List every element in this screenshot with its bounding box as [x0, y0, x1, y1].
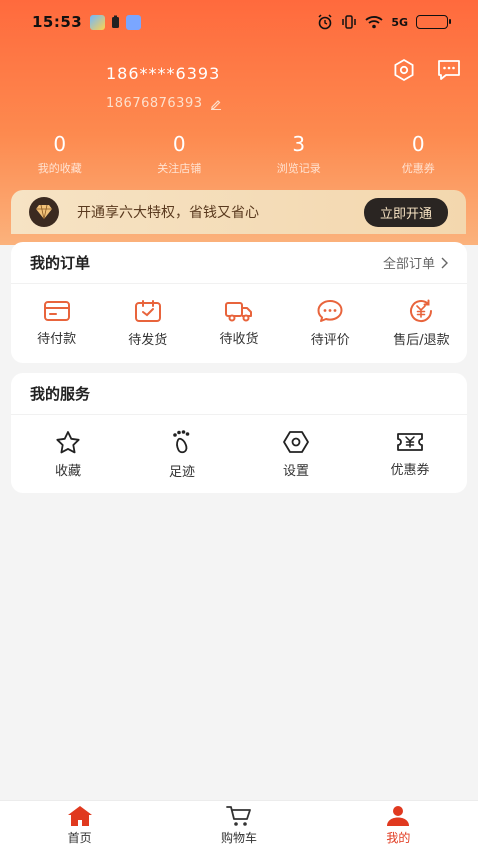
- stat-value: 0: [53, 132, 67, 156]
- stat-label: 关注店铺: [157, 162, 202, 175]
- nav-cart[interactable]: 购物车: [159, 801, 318, 850]
- grid-label: 待付款: [37, 332, 77, 347]
- settings-hex-icon[interactable]: [392, 58, 416, 82]
- grid-label: 待收货: [219, 332, 259, 347]
- stat-label: 我的收藏: [37, 162, 82, 175]
- edit-icon[interactable]: [210, 98, 222, 110]
- nav-label: 我的: [386, 831, 411, 845]
- grid-label: 售后/退款: [393, 333, 450, 348]
- all-orders-link[interactable]: 全部订单: [383, 253, 448, 272]
- grid-label: 设置: [282, 463, 309, 479]
- footprint-icon: [173, 429, 190, 453]
- services-header: 我的服务: [11, 373, 467, 415]
- user-account-id: 18676876393: [106, 96, 203, 111]
- refund-icon: [410, 299, 433, 323]
- order-pending-shipment[interactable]: 待发货: [102, 284, 193, 363]
- star-icon: [56, 430, 80, 453]
- coupon-icon: [397, 432, 423, 451]
- box-icon: [134, 300, 161, 322]
- grid-label: 待评价: [310, 333, 350, 348]
- user-account-row: 18676876393: [106, 96, 222, 111]
- stat-value: 3: [292, 132, 306, 156]
- vibrate-icon: [342, 15, 357, 29]
- stat-label: 优惠券: [401, 162, 435, 175]
- card-icon: [43, 301, 70, 321]
- grid-label: 足迹: [168, 464, 195, 480]
- bottom-nav: 首页 购物车 我的: [0, 800, 478, 850]
- nav-home[interactable]: 首页: [0, 801, 159, 850]
- stats-row: 0 我的收藏 0 关注店铺 3 浏览记录 0 优惠券: [0, 132, 478, 176]
- all-orders-label: 全部订单: [382, 257, 435, 272]
- home-icon: [67, 806, 92, 826]
- profile-page: 15:53 5G 186****6393 18676876393 0 我的收藏 …: [0, 0, 478, 850]
- orders-card: 我的订单 全部订单 待付款 待发货 待收货 待评价 售后/退款: [11, 242, 467, 363]
- nav-profile[interactable]: 我的: [319, 801, 478, 850]
- order-pending-receipt[interactable]: 待收货: [193, 284, 284, 363]
- services-card: 我的服务 收藏 足迹 设置 优惠券: [11, 373, 467, 493]
- vip-open-button[interactable]: 立即开通: [363, 197, 448, 227]
- truck-icon: [225, 302, 252, 322]
- settings-icon: [283, 430, 309, 453]
- service-settings[interactable]: 设置: [239, 415, 353, 493]
- status-time: 15:53: [32, 13, 83, 31]
- stat-browse-history[interactable]: 3 浏览记录: [239, 132, 359, 176]
- chevron-right-icon: [441, 257, 448, 268]
- vip-banner[interactable]: 开通享六大特权，省钱又省心 立即开通: [11, 190, 466, 234]
- vip-text: 开通享六大特权，省钱又省心: [77, 205, 259, 221]
- orders-title: 我的订单: [30, 254, 91, 272]
- cart-icon: [226, 806, 251, 826]
- vip-diamond-icon: [29, 197, 59, 227]
- order-pending-review[interactable]: 待评价: [285, 284, 376, 363]
- grid-label: 收藏: [54, 463, 81, 479]
- message-icon[interactable]: [436, 58, 462, 82]
- service-favorites[interactable]: 收藏: [11, 415, 125, 493]
- grid-label: 优惠券: [390, 462, 430, 478]
- service-footprints[interactable]: 足迹: [125, 415, 239, 493]
- order-after-sales[interactable]: 售后/退款: [376, 284, 467, 363]
- status-bar: 15:53 5G: [0, 0, 478, 44]
- orders-header: 我的订单 全部订单: [11, 242, 467, 284]
- stat-value: 0: [172, 132, 186, 156]
- user-masked-phone: 186****6393: [106, 64, 221, 83]
- chat-icon: [317, 300, 343, 322]
- stat-label: 浏览记录: [276, 162, 321, 175]
- stat-followed-shops[interactable]: 0 关注店铺: [120, 132, 240, 176]
- nav-label: 首页: [67, 831, 92, 845]
- user-icon: [387, 806, 410, 826]
- message-notification-icon: [126, 14, 142, 30]
- service-coupons[interactable]: 优惠券: [353, 415, 467, 493]
- stat-favorites[interactable]: 0 我的收藏: [0, 132, 120, 176]
- alarm-icon: [318, 14, 332, 30]
- app-notification-icon: [90, 14, 106, 30]
- services-title: 我的服务: [30, 385, 91, 403]
- battery-icon: [416, 15, 451, 29]
- nav-label: 购物车: [220, 831, 257, 845]
- battery-saver-icon: [112, 15, 120, 28]
- stat-value: 0: [411, 132, 425, 156]
- grid-label: 待发货: [128, 333, 168, 348]
- order-pending-payment[interactable]: 待付款: [11, 284, 102, 363]
- orders-grid: 待付款 待发货 待收货 待评价 售后/退款: [11, 284, 467, 363]
- stat-coupons[interactable]: 0 优惠券: [359, 132, 478, 176]
- services-grid: 收藏 足迹 设置 优惠券: [11, 415, 467, 493]
- wifi-icon: [365, 16, 383, 29]
- network-type: 5G: [391, 15, 408, 29]
